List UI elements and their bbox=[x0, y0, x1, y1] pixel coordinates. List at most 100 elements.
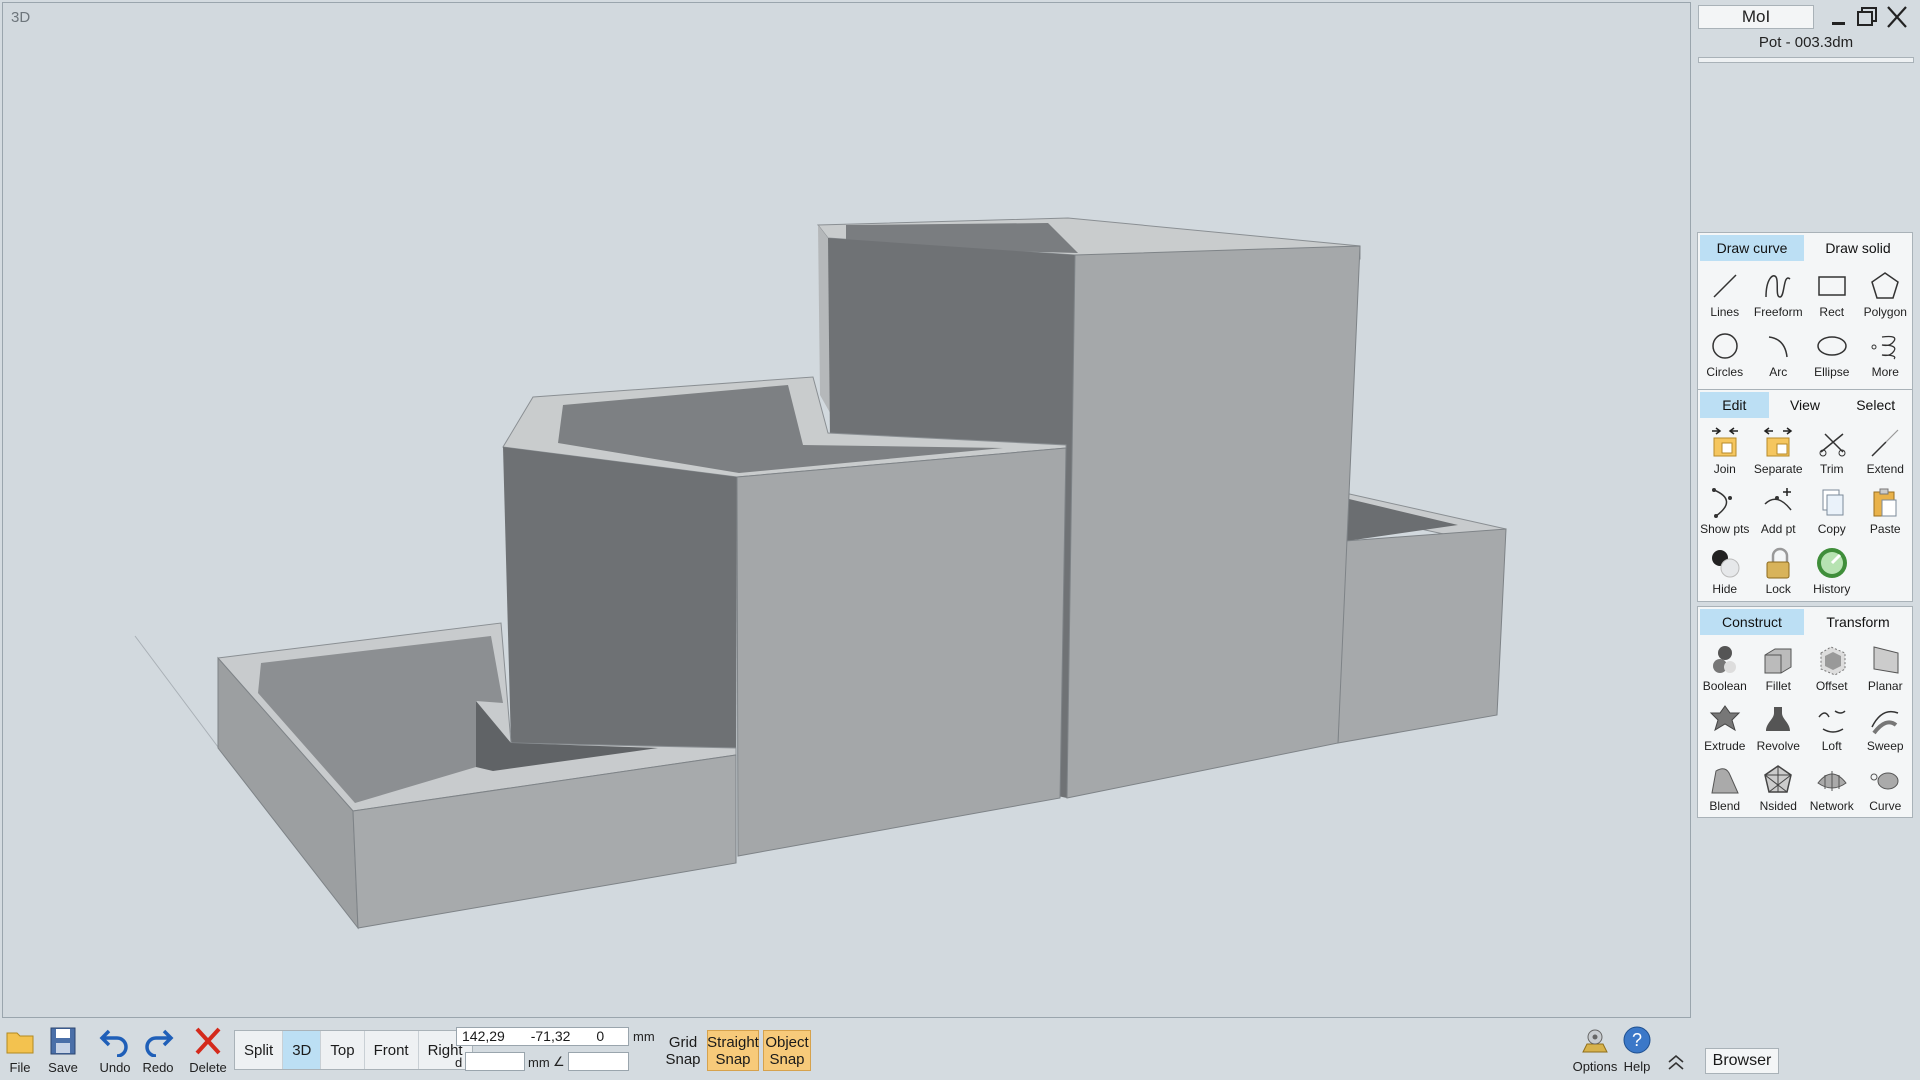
side-panel: MoI Pot - 003.3dm Draw curve Draw solid … bbox=[1694, 0, 1920, 1080]
options-button[interactable]: Options bbox=[1571, 1024, 1619, 1078]
tab-transform[interactable]: Transform bbox=[1806, 609, 1910, 635]
curve-icon bbox=[1870, 772, 1899, 790]
trim-button[interactable]: Trim bbox=[1805, 422, 1859, 482]
pot-model[interactable] bbox=[3, 3, 1691, 1018]
rect-button[interactable]: Rect bbox=[1805, 265, 1859, 325]
copy-button[interactable]: Copy bbox=[1805, 482, 1859, 542]
object-snap-button[interactable]: Object Snap bbox=[763, 1030, 811, 1071]
add-point-icon bbox=[1764, 488, 1792, 511]
spiral-icon bbox=[1871, 335, 1896, 360]
extrude-button[interactable]: Extrude bbox=[1698, 699, 1752, 759]
tool-label: Offset bbox=[1815, 679, 1848, 693]
mid-box-front bbox=[736, 447, 1067, 857]
folder-icon bbox=[6, 1032, 34, 1054]
view-split-tab[interactable]: Split bbox=[235, 1031, 284, 1069]
tab-edit[interactable]: Edit bbox=[1700, 392, 1769, 418]
freeform-button[interactable]: Freeform bbox=[1752, 265, 1806, 325]
curve-button[interactable]: Curve bbox=[1859, 759, 1913, 819]
offset-icon bbox=[1820, 646, 1846, 676]
tool-label: Show pts bbox=[1700, 522, 1750, 536]
maximize-icon[interactable] bbox=[1854, 4, 1880, 30]
axis-line bbox=[134, 635, 222, 752]
tab-select[interactable]: Select bbox=[1841, 392, 1911, 418]
view-3d-tab[interactable]: 3D bbox=[283, 1031, 322, 1069]
tab-construct[interactable]: Construct bbox=[1700, 609, 1804, 635]
ellipse-button[interactable]: Ellipse bbox=[1805, 325, 1859, 385]
undo-button[interactable]: Undo bbox=[92, 1025, 138, 1079]
view-tabs: Split 3D Top Front Right bbox=[234, 1030, 473, 1070]
more-button[interactable]: More bbox=[1859, 325, 1913, 385]
help-button[interactable]: ? Help bbox=[1615, 1024, 1659, 1078]
close-icon[interactable] bbox=[1884, 4, 1910, 30]
polygon-button[interactable]: Polygon bbox=[1859, 265, 1913, 325]
planar-icon bbox=[1873, 646, 1899, 674]
lock-icon bbox=[1766, 547, 1790, 579]
show-pts-button[interactable]: Show pts bbox=[1698, 482, 1752, 542]
edit-group: Edit View Select Join Separate Trim Exte… bbox=[1697, 389, 1913, 602]
lines-button[interactable]: Lines bbox=[1698, 265, 1752, 325]
hide-icon bbox=[1711, 550, 1740, 578]
undo-icon bbox=[99, 1029, 128, 1057]
separate-button[interactable]: Separate bbox=[1752, 422, 1806, 482]
distance-label: d bbox=[455, 1055, 463, 1070]
lock-button[interactable]: Lock bbox=[1752, 542, 1806, 602]
minimize-icon[interactable] bbox=[1826, 4, 1852, 30]
distance-unit-label: mm bbox=[528, 1055, 550, 1070]
straight-snap-button[interactable]: Straight Snap bbox=[707, 1030, 759, 1071]
browser-button[interactable]: Browser bbox=[1705, 1048, 1779, 1074]
save-button[interactable]: Save bbox=[40, 1025, 86, 1079]
tool-label: Paste bbox=[1869, 522, 1901, 536]
grid-snap-button[interactable]: Grid Snap bbox=[663, 1030, 703, 1071]
freeform-icon bbox=[1765, 275, 1791, 298]
add-pt-button[interactable]: Add pt bbox=[1752, 482, 1806, 542]
sweep-button[interactable]: Sweep bbox=[1859, 699, 1913, 759]
redo-label: Redo bbox=[142, 1060, 174, 1075]
redo-button[interactable]: Redo bbox=[135, 1025, 181, 1079]
angle-field[interactable] bbox=[568, 1052, 629, 1071]
tool-label: Copy bbox=[1817, 522, 1846, 536]
tool-label: Planar bbox=[1867, 679, 1903, 693]
redo-icon bbox=[145, 1029, 174, 1057]
xyz-field[interactable]: 142,29 -71,32 0 bbox=[456, 1027, 629, 1046]
circles-button[interactable]: Circles bbox=[1698, 325, 1752, 385]
loft-icon bbox=[1818, 710, 1846, 733]
arc-button[interactable]: Arc bbox=[1752, 325, 1806, 385]
x-value: 142,29 bbox=[462, 1028, 505, 1044]
tool-label: Boolean bbox=[1702, 679, 1747, 693]
network-button[interactable]: Network bbox=[1805, 759, 1859, 819]
polygon-icon bbox=[1871, 272, 1900, 299]
network-icon bbox=[1817, 771, 1847, 791]
tool-label: More bbox=[1871, 365, 1899, 379]
blend-button[interactable]: Blend bbox=[1698, 759, 1752, 819]
tool-label: Blend bbox=[1709, 799, 1741, 813]
join-button[interactable]: Join bbox=[1698, 422, 1752, 482]
3d-viewport[interactable]: 3D bbox=[2, 2, 1691, 1018]
loft-button[interactable]: Loft bbox=[1805, 699, 1859, 759]
tool-label: Lines bbox=[1710, 305, 1740, 319]
paste-button[interactable]: Paste bbox=[1859, 482, 1913, 542]
paste-icon bbox=[1873, 488, 1897, 517]
delete-button[interactable]: Delete bbox=[185, 1025, 231, 1079]
boolean-button[interactable]: Boolean bbox=[1698, 639, 1752, 699]
draw-group: Draw curve Draw solid Lines Freeform Rec… bbox=[1697, 232, 1913, 390]
distance-field[interactable] bbox=[465, 1052, 525, 1071]
arc-icon bbox=[1769, 336, 1788, 358]
revolve-button[interactable]: Revolve bbox=[1752, 699, 1806, 759]
view-front-tab[interactable]: Front bbox=[365, 1031, 419, 1069]
chevron-up-icon[interactable] bbox=[1666, 1052, 1686, 1072]
tab-draw-curve[interactable]: Draw curve bbox=[1700, 235, 1804, 261]
view-top-tab[interactable]: Top bbox=[321, 1031, 365, 1069]
tab-draw-solid[interactable]: Draw solid bbox=[1806, 235, 1910, 261]
tool-label: Fillet bbox=[1765, 679, 1791, 693]
tab-view[interactable]: View bbox=[1770, 392, 1840, 418]
file-button[interactable]: File bbox=[0, 1025, 43, 1079]
hide-button[interactable]: Hide bbox=[1698, 542, 1752, 602]
app-title-button[interactable]: MoI bbox=[1698, 5, 1814, 29]
extend-button[interactable]: Extend bbox=[1859, 422, 1913, 482]
nsided-button[interactable]: Nsided bbox=[1752, 759, 1806, 819]
fillet-button[interactable]: Fillet bbox=[1752, 639, 1806, 699]
planar-button[interactable]: Planar bbox=[1859, 639, 1913, 699]
offset-button[interactable]: Offset bbox=[1805, 639, 1859, 699]
line-icon bbox=[1713, 274, 1737, 298]
history-button[interactable]: History bbox=[1805, 542, 1859, 602]
